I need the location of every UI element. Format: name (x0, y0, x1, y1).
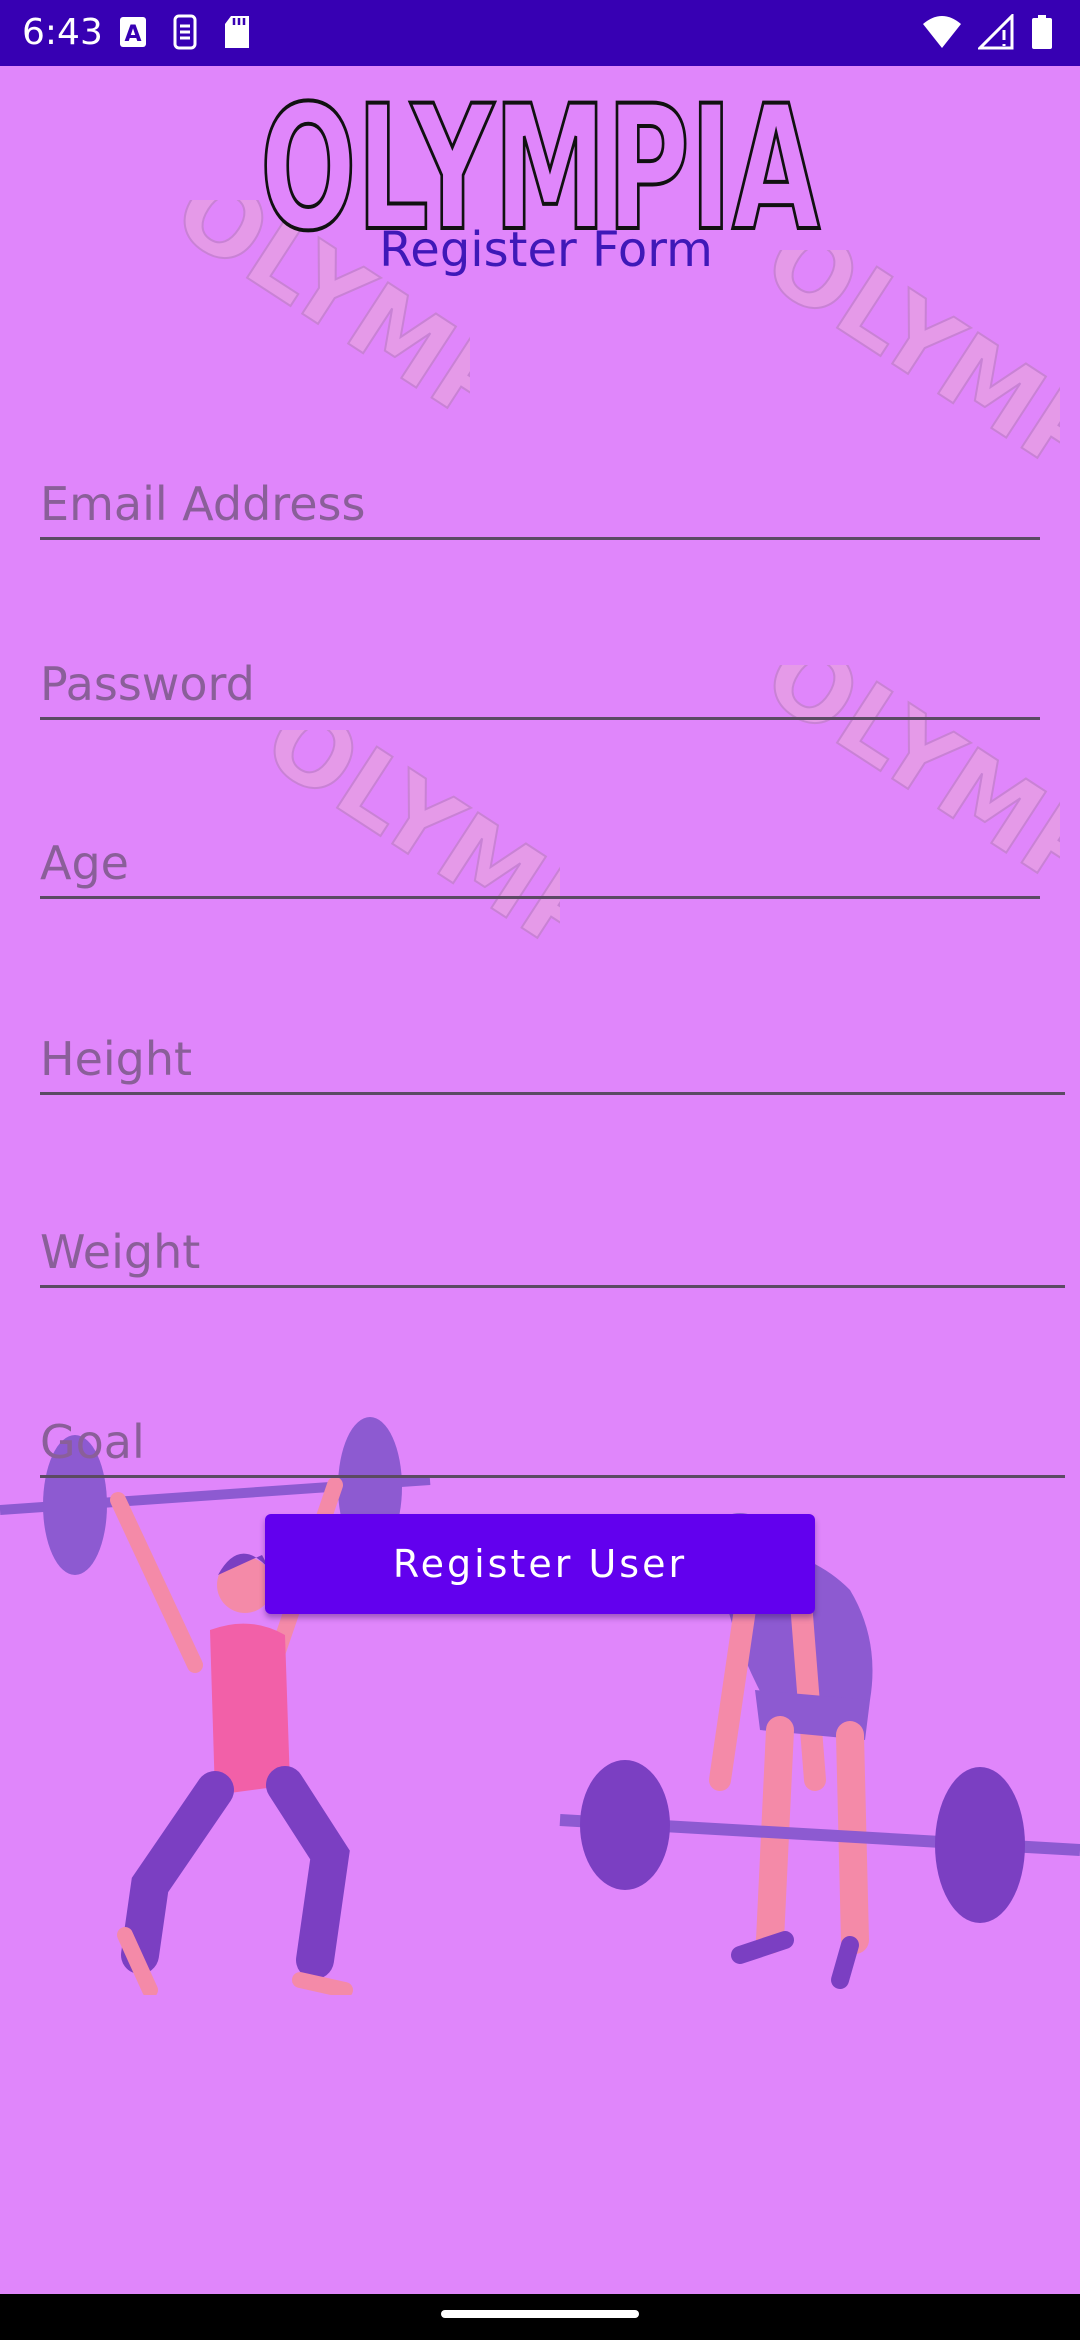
navigation-bar (0, 2294, 1080, 2340)
home-gesture-handle[interactable] (441, 2310, 639, 2318)
password-field[interactable] (40, 650, 1040, 720)
register-user-button[interactable]: Register User (265, 1514, 815, 1614)
height-field[interactable] (40, 1025, 1065, 1095)
age-input[interactable] (40, 829, 1040, 896)
height-input[interactable] (40, 1025, 1065, 1092)
lunge-lifter-illustration (0, 1417, 431, 1995)
weight-input[interactable] (40, 1218, 1065, 1285)
logo-wordmark: OLYMPIA (258, 66, 822, 271)
email-field[interactable] (40, 470, 1040, 540)
battery-icon (1032, 15, 1052, 49)
signal-icon (978, 14, 1014, 50)
watermark-logo: OLYMPIA (744, 250, 1060, 566)
password-input[interactable] (40, 650, 1040, 717)
status-time: 6:43 (22, 12, 103, 53)
weight-field[interactable] (40, 1218, 1065, 1288)
goal-field[interactable] (40, 1408, 1065, 1478)
age-field[interactable] (40, 829, 1040, 899)
goal-input[interactable] (40, 1408, 1065, 1475)
app-logo: OLYMPIA (0, 66, 1080, 271)
status-bar: 6:43 A (0, 0, 1080, 66)
email-input[interactable] (40, 470, 1040, 537)
system-icons (922, 14, 1054, 50)
svg-text:OLYMPIA: OLYMPIA (260, 80, 820, 240)
wifi-icon (923, 16, 961, 48)
form-title: Register Form (379, 222, 713, 278)
svg-text:A: A (124, 22, 141, 47)
sd-card-icon (225, 16, 249, 48)
a-icon: A (120, 17, 146, 47)
sim-toolkit-icon (173, 14, 197, 50)
notification-icons: A (118, 14, 252, 50)
